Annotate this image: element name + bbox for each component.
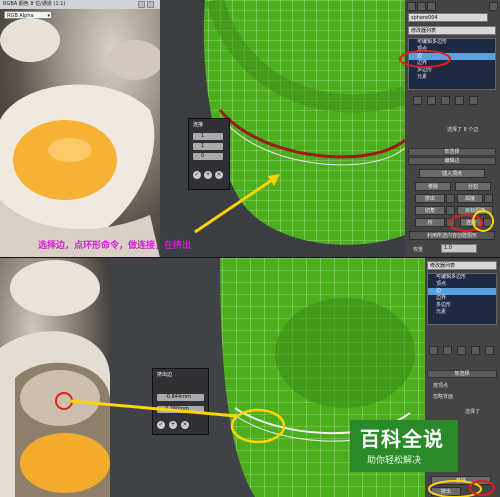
highlight-circle-connect-settings: [472, 210, 494, 232]
arrow-to-ring-edge: [194, 176, 276, 234]
highlight-circle-extruded-edge: [230, 408, 286, 444]
highlight-circle-extrude-button: [469, 480, 495, 496]
watermark-title: 百科全说: [360, 427, 444, 451]
watermark-subtitle: 助你轻松解决: [367, 456, 422, 466]
arrow-render-to-mesh: [69, 399, 237, 418]
highlight-circle-render-groove: [55, 392, 73, 410]
highlight-circle-edge-level: [399, 50, 451, 68]
